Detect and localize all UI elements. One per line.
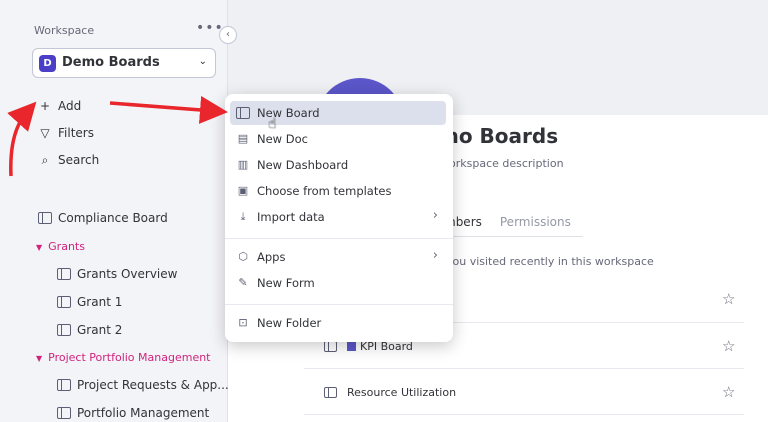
star-icon[interactable]: ☆ xyxy=(722,383,735,401)
board-icon xyxy=(57,379,71,391)
menu-item-new-folder[interactable]: ⊡ New Folder xyxy=(230,311,446,335)
search-button[interactable]: ⌕ Search xyxy=(38,153,100,168)
form-icon: ✎ xyxy=(238,276,248,289)
caret-down-icon: ▼ xyxy=(36,354,43,363)
sidebar-folder-grants[interactable]: ▼ Grants xyxy=(36,240,85,253)
board-icon xyxy=(57,407,71,419)
menu-item-apps[interactable]: ⬡ Apps › xyxy=(230,245,446,269)
import-icon: ⤓ xyxy=(240,210,246,223)
filter-icon: ▽ xyxy=(40,126,50,140)
search-icon: ⌕ xyxy=(41,153,49,167)
board-icon xyxy=(324,341,337,352)
doc-icon: ▤ xyxy=(237,132,249,145)
workspace-description[interactable]: workspace description xyxy=(440,157,564,170)
templates-icon: ▣ xyxy=(237,184,249,197)
board-icon xyxy=(38,212,52,224)
filters-button[interactable]: ▽ Filters xyxy=(38,126,94,140)
workspace-header-label: Workspace xyxy=(34,24,95,37)
tab-permissions[interactable]: Permissions xyxy=(500,215,571,229)
board-icon xyxy=(57,268,71,280)
sidebar-item-project-requests[interactable]: Project Requests & App... xyxy=(57,378,229,392)
board-icon xyxy=(57,296,71,308)
sidebar: Workspace ••• D Demo Boards ⌄ + Add ▽ Filt… xyxy=(0,0,229,422)
chevron-down-icon: ⌄ xyxy=(198,56,207,67)
board-icon xyxy=(324,387,337,398)
kpi-badge-icon xyxy=(347,342,356,351)
sidebar-item-grant-1[interactable]: Grant 1 xyxy=(57,295,122,309)
add-menu: New Board ▤ New Doc ▥ New Dashboard ▣ Choos… xyxy=(225,94,453,342)
page-title: mo Boards xyxy=(438,124,559,148)
sidebar-item-compliance-board[interactable]: Compliance Board xyxy=(38,211,168,225)
sidebar-item-grants-overview[interactable]: Grants Overview xyxy=(57,267,177,281)
folder-icon: ⊡ xyxy=(238,316,248,329)
hand-cursor-icon: ☝ xyxy=(268,116,277,132)
sidebar-item-grant-2[interactable]: Grant 2 xyxy=(57,323,122,337)
caret-down-icon: ▼ xyxy=(36,243,43,252)
menu-item-new-form[interactable]: ✎ New Form xyxy=(230,271,446,295)
star-icon[interactable]: ☆ xyxy=(722,290,735,308)
recent-hint: you visited recently in this workspace xyxy=(446,255,654,268)
chevron-right-icon: › xyxy=(432,248,438,263)
dashboard-icon: ▥ xyxy=(237,158,249,171)
menu-divider xyxy=(225,238,453,239)
menu-item-choose-templates[interactable]: ▣ Choose from templates xyxy=(230,179,446,203)
sidebar-item-portfolio-management[interactable]: Portfolio Management xyxy=(57,406,209,420)
add-button[interactable]: + Add xyxy=(38,99,81,113)
board-icon xyxy=(236,107,250,119)
workspace-selector[interactable]: D Demo Boards ⌄ xyxy=(32,48,216,78)
menu-item-new-dashboard[interactable]: ▥ New Dashboard xyxy=(230,153,446,177)
star-icon[interactable]: ☆ xyxy=(722,337,735,355)
chevron-right-icon: › xyxy=(432,208,438,223)
menu-item-new-board[interactable]: New Board xyxy=(230,101,446,125)
row-divider xyxy=(304,414,744,415)
menu-divider xyxy=(225,304,453,305)
menu-item-new-doc[interactable]: ▤ New Doc xyxy=(230,127,446,151)
workspace-name: Demo Boards xyxy=(62,55,160,70)
collapse-sidebar-button[interactable]: ‹ xyxy=(219,26,237,44)
workspace-tabs: mbers Permissions xyxy=(444,215,571,229)
apps-icon: ⬡ xyxy=(238,250,248,263)
workspace-badge: D xyxy=(39,55,56,72)
plus-icon: + xyxy=(39,99,51,113)
sidebar-folder-ppm[interactable]: ▼ Project Portfolio Management xyxy=(36,351,211,364)
board-icon xyxy=(57,324,71,336)
menu-item-import-data[interactable]: ⤓ Import data › xyxy=(230,205,446,229)
recent-row-resource-utilization[interactable]: Resource Utilization xyxy=(324,386,456,399)
row-divider xyxy=(304,368,744,369)
